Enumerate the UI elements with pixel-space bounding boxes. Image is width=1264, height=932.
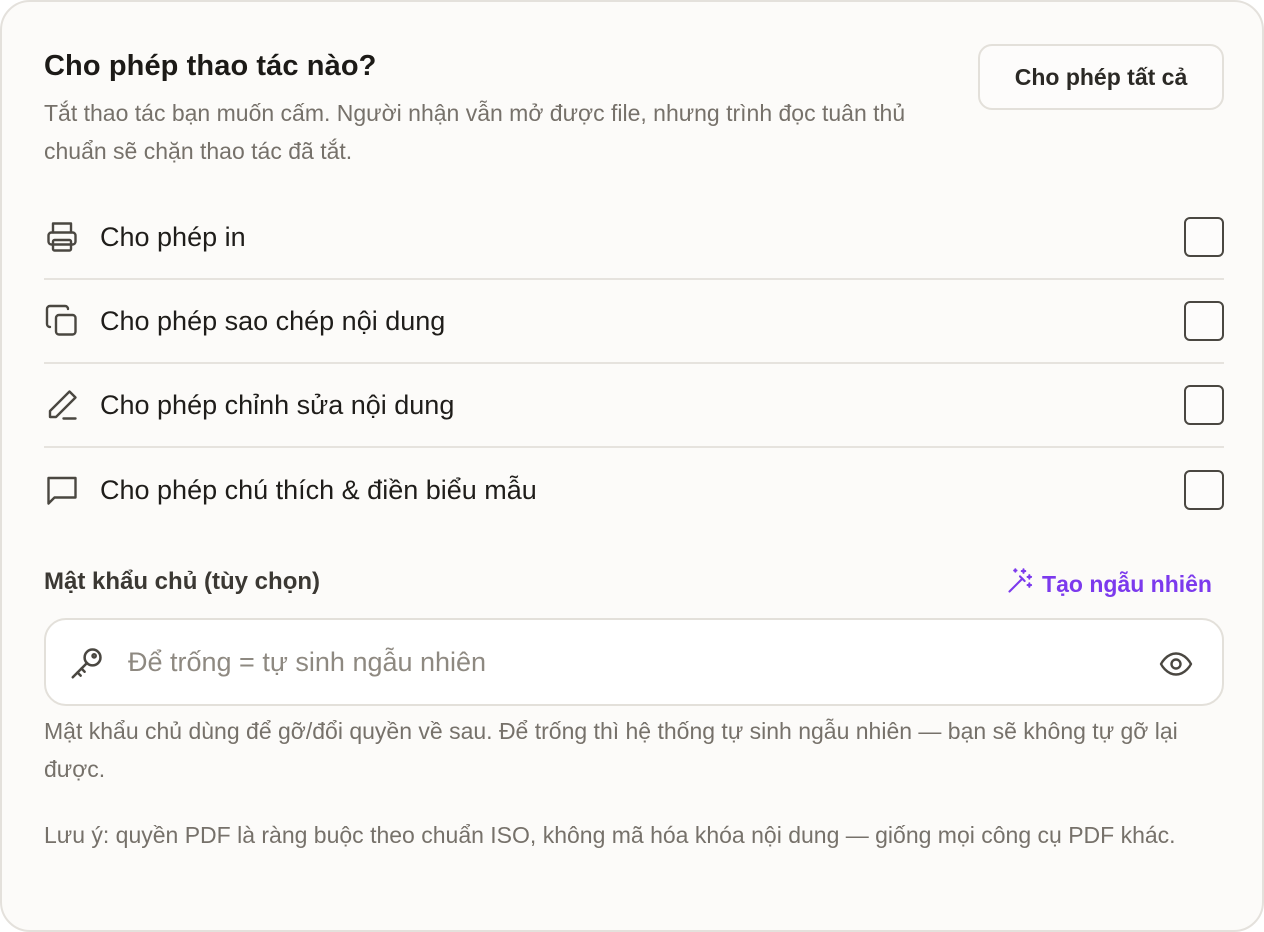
password-label: Mật khẩu chủ (tùy chọn) xyxy=(44,568,320,595)
permission-row-annotate[interactable]: Cho phép chú thích & điền biểu mẫu xyxy=(44,448,1224,532)
printer-icon xyxy=(44,219,80,255)
permissions-card: Cho phép thao tác nào? Tắt thao tác bạn … xyxy=(0,0,1264,932)
permission-label: Cho phép in xyxy=(100,221,246,252)
annotate-checkbox[interactable] xyxy=(1184,470,1224,510)
pencil-icon xyxy=(44,387,80,423)
print-checkbox[interactable] xyxy=(1184,217,1224,257)
permission-label: Cho phép chỉnh sửa nội dung xyxy=(100,389,455,420)
permission-row-edit[interactable]: Cho phép chỉnh sửa nội dung xyxy=(44,364,1224,448)
permission-row-copy[interactable]: Cho phép sao chép nội dung xyxy=(44,280,1224,364)
generate-random-button[interactable]: Tạo ngẫu nhiên xyxy=(1006,566,1212,602)
comment-icon xyxy=(44,472,80,508)
password-field xyxy=(44,618,1224,706)
copy-checkbox[interactable] xyxy=(1184,301,1224,341)
permission-list: Cho phép in Cho phép sao chép nội dung C… xyxy=(44,196,1224,532)
allow-all-button[interactable]: Cho phép tất cả xyxy=(978,44,1224,110)
key-icon xyxy=(68,644,106,682)
generate-random-label: Tạo ngẫu nhiên xyxy=(1042,570,1212,597)
permission-label: Cho phép chú thích & điền biểu mẫu xyxy=(100,474,537,505)
permission-row-print[interactable]: Cho phép in xyxy=(44,196,1224,280)
eye-icon[interactable] xyxy=(1158,646,1194,682)
card-header: Cho phép thao tác nào? Tắt thao tác bạn … xyxy=(44,46,964,170)
edit-checkbox[interactable] xyxy=(1184,385,1224,425)
card-title: Cho phép thao tác nào? xyxy=(44,50,377,82)
card-subtitle: Tắt thao tác bạn muốn cấm. Người nhận vẫ… xyxy=(44,100,906,164)
password-helper-text: Mật khẩu chủ dùng để gỡ/đổi quyền về sau… xyxy=(44,718,1178,782)
pdf-note-text: Lưu ý: quyền PDF là ràng buộc theo chuẩn… xyxy=(44,822,1176,848)
copy-icon xyxy=(44,303,80,339)
password-label-row: Mật khẩu chủ (tùy chọn) Tạo ngẫu nhiên xyxy=(44,564,1212,604)
magic-wand-icon xyxy=(1006,567,1034,601)
owner-password-input[interactable] xyxy=(128,636,1128,688)
permission-label: Cho phép sao chép nội dung xyxy=(100,305,446,336)
